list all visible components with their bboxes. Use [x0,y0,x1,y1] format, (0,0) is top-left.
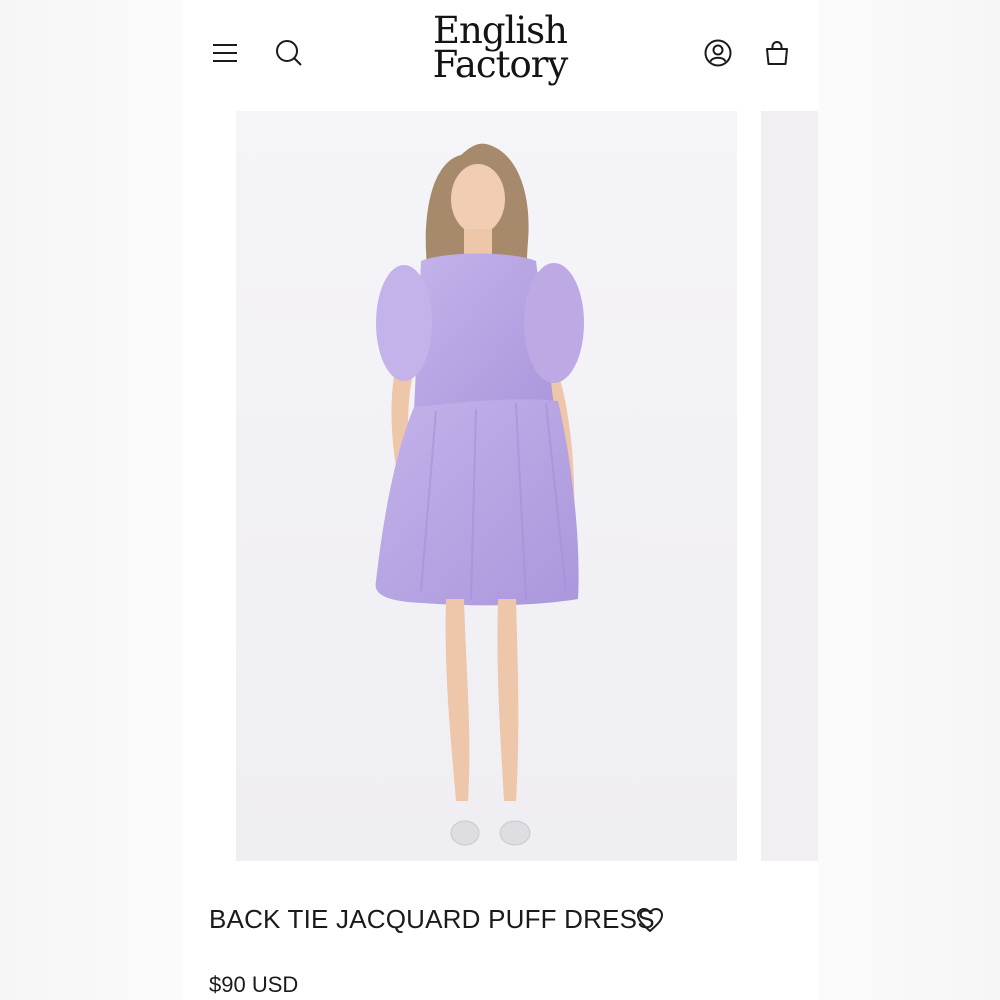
wishlist-button[interactable] [633,903,667,937]
mobile-store-page: English Factory BACK TIE JACQUARD PUFF D… [183,0,818,1000]
site-header: English Factory [183,0,818,110]
menu-icon [213,44,237,62]
cart-button[interactable] [760,36,794,70]
search-button[interactable] [272,36,306,70]
brand-logo[interactable]: English Factory [400,12,600,94]
account-button[interactable] [701,36,735,70]
account-icon [704,39,732,67]
model-in-dress-photo [236,111,737,861]
heart-icon [637,908,663,932]
logo-line-2: Factory [432,43,569,86]
search-icon [276,40,302,66]
menu-button[interactable] [208,36,242,70]
product-price: $90 USD [209,972,299,997]
cart-icon [766,41,788,65]
next-product-image-peek[interactable] [761,111,818,861]
product-image[interactable] [236,111,737,861]
product-title: BACK TIE JACQUARD PUFF DRESS [209,904,655,934]
